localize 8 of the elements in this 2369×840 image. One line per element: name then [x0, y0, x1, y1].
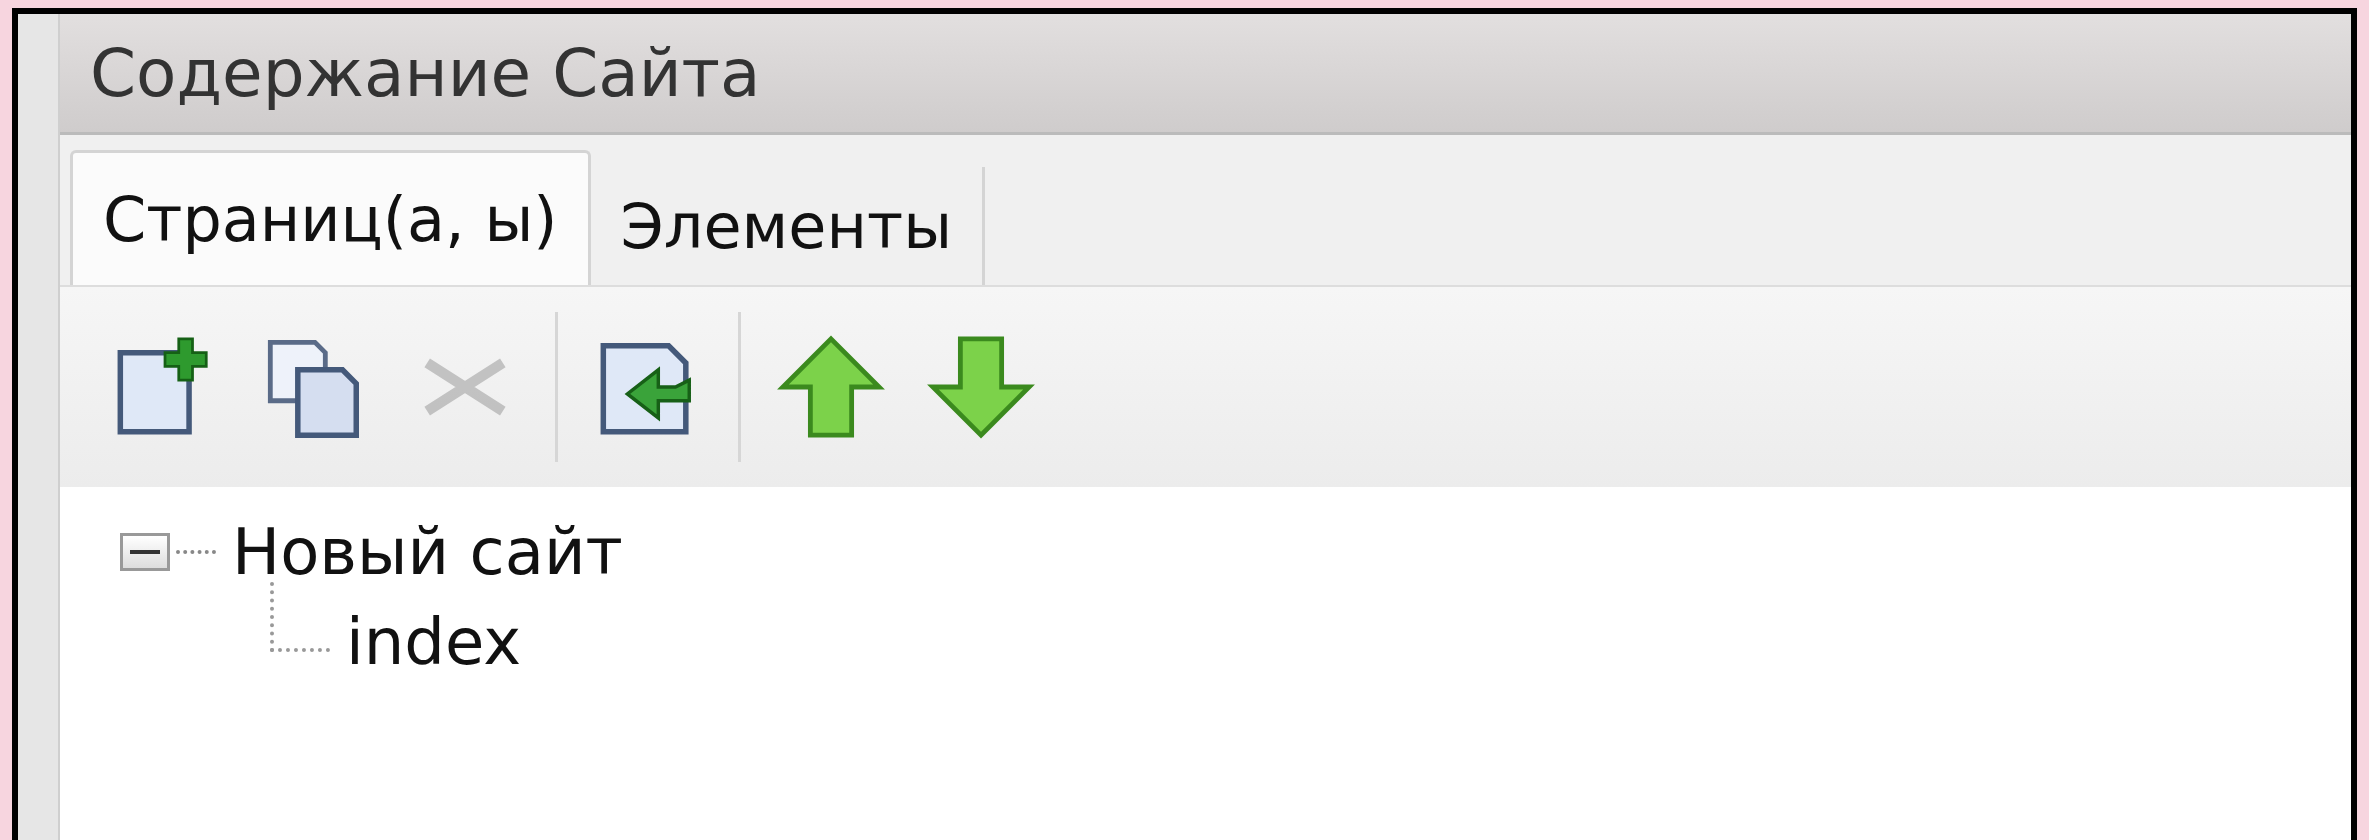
tree-connector-line [176, 550, 216, 554]
panel-title: Содержание Сайта [60, 14, 2351, 135]
tree-item[interactable]: index [346, 605, 522, 679]
tree-item[interactable]: Новый сайт [232, 515, 623, 589]
collapse-toggle[interactable] [120, 533, 170, 571]
tree-connector-line [270, 582, 330, 652]
tab[interactable]: Страниц(а, ы) [70, 150, 591, 285]
minus-icon [130, 547, 160, 557]
